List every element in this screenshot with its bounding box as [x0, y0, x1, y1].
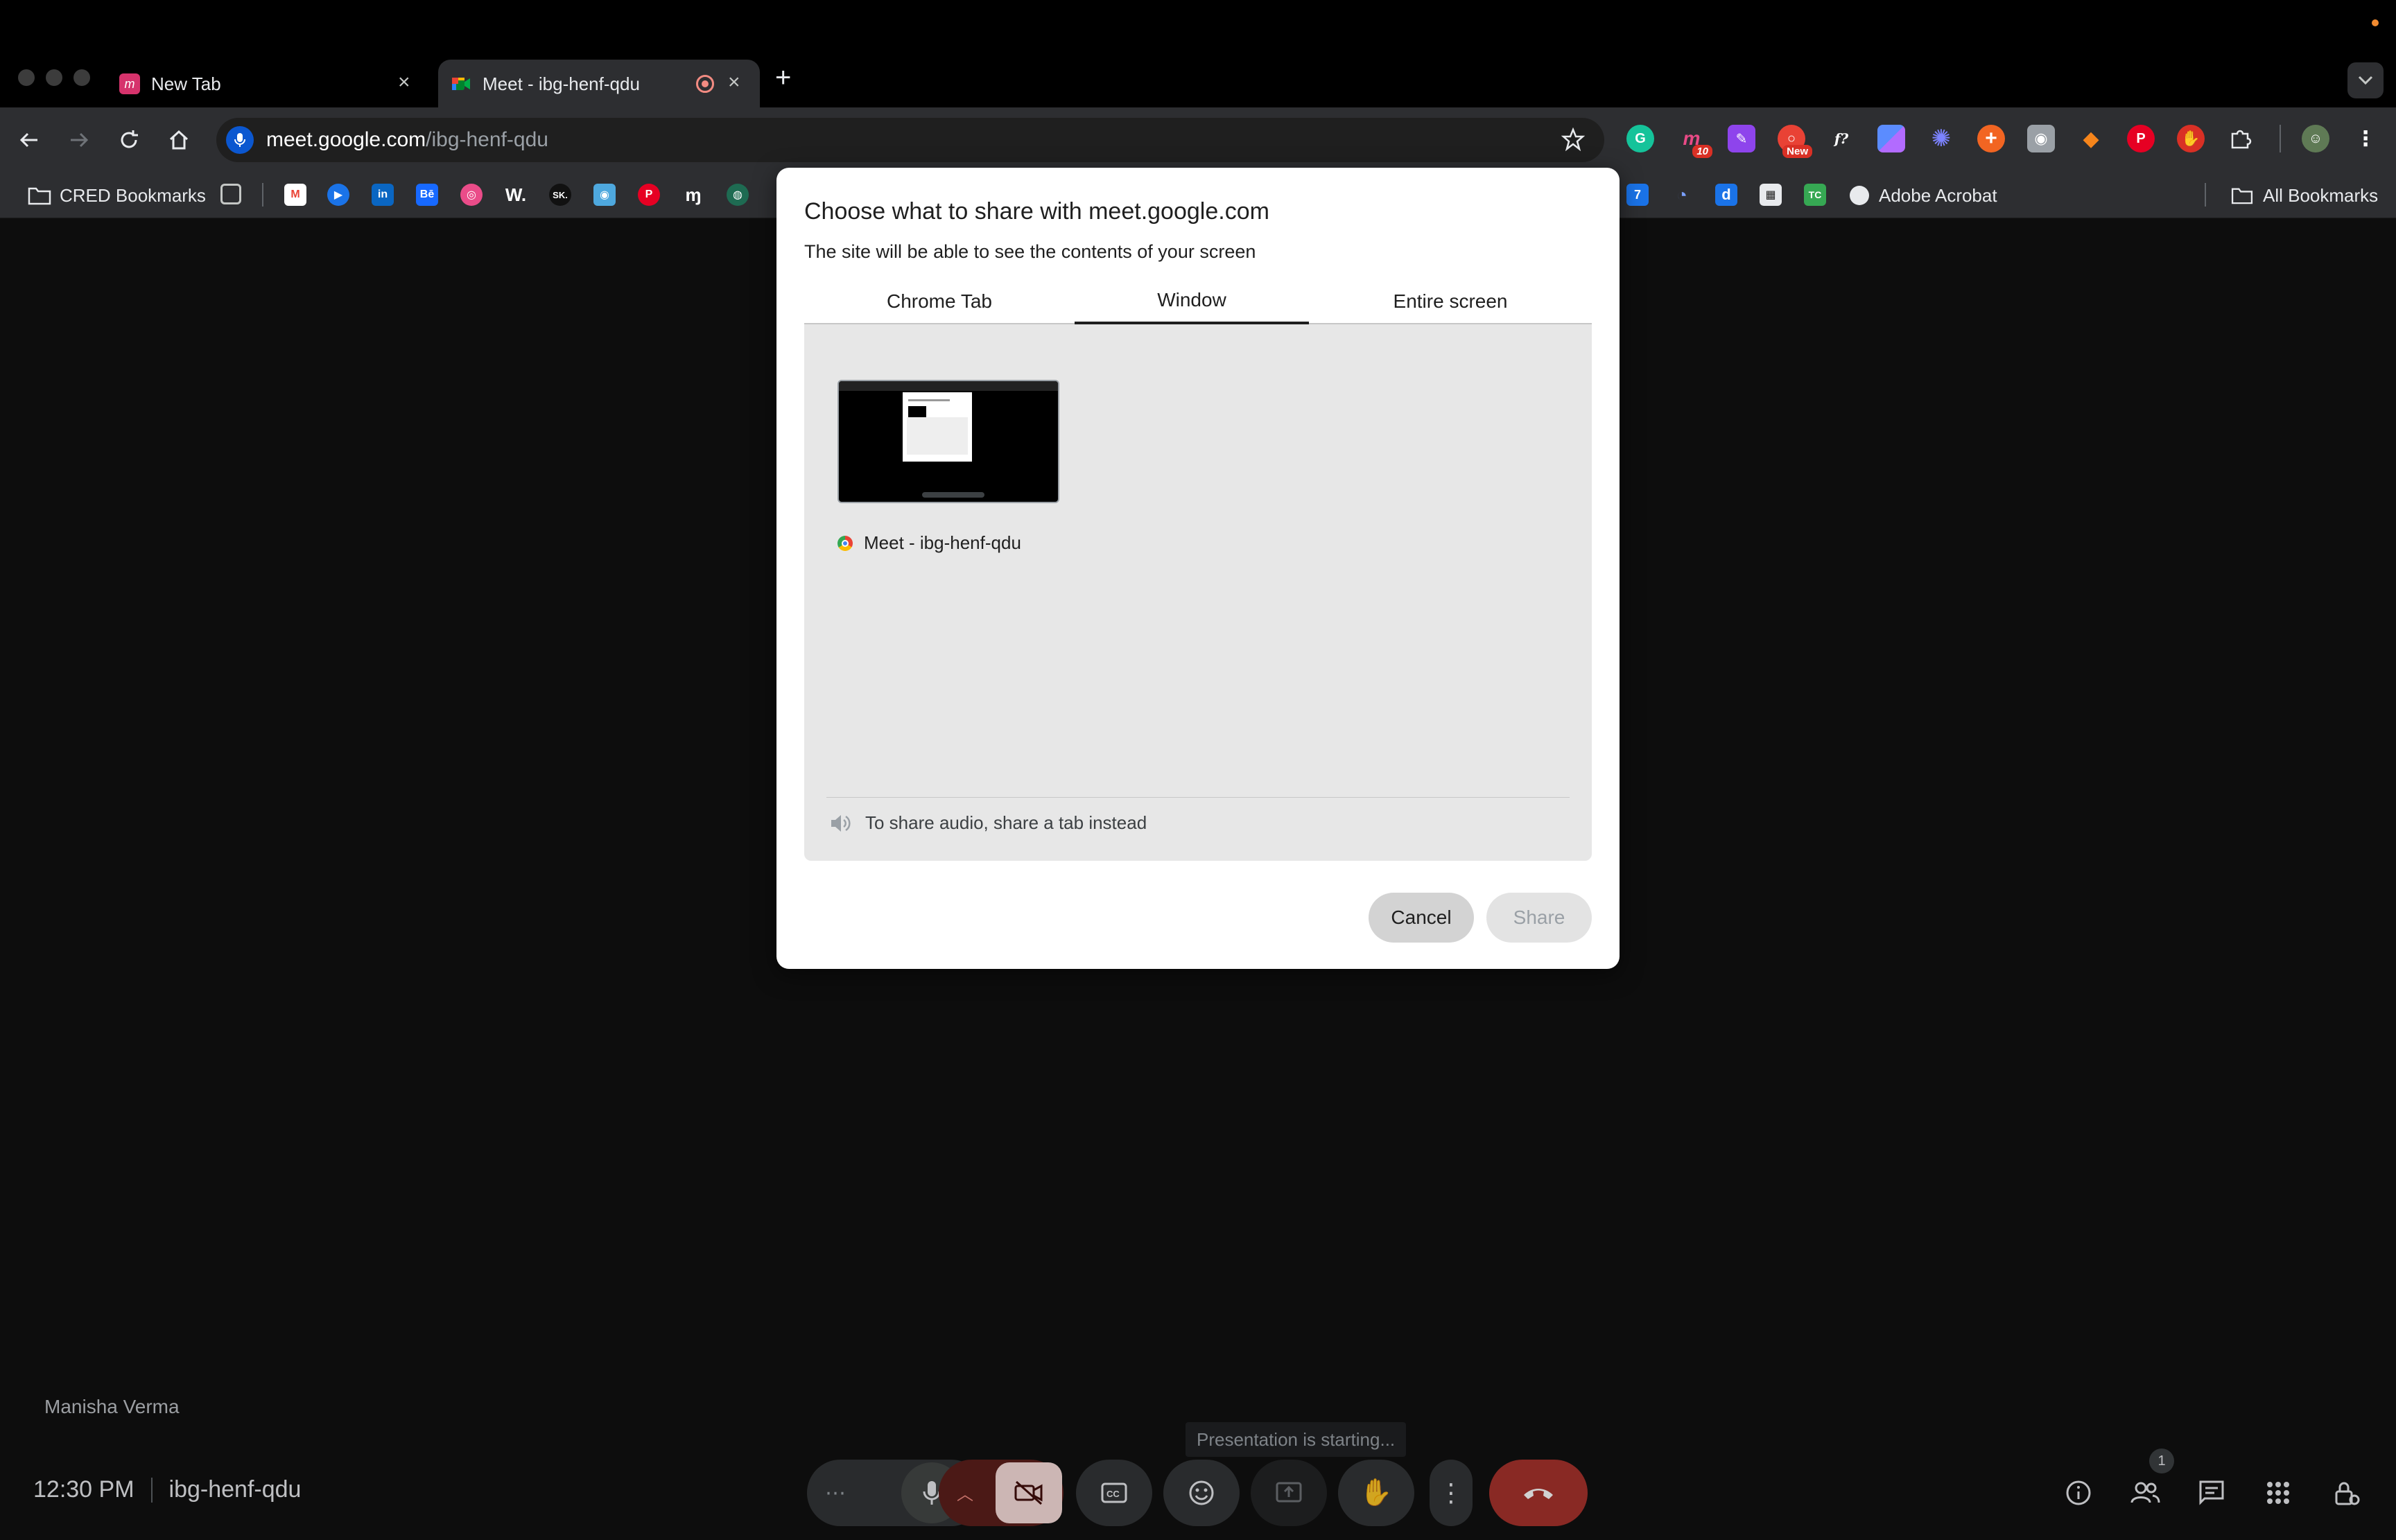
bookmark-all[interactable]: All Bookmarks — [2231, 182, 2378, 209]
cancel-button[interactable]: Cancel — [1369, 893, 1474, 943]
url-path: /ibg-henf-qdu — [426, 128, 548, 151]
share-source-tabs: Chrome Tab Window Entire screen — [804, 279, 1592, 324]
swirl-icon[interactable]: ◔ — [1671, 184, 1693, 206]
thumb-title-line — [908, 399, 950, 401]
tab-search-button[interactable] — [2347, 62, 2384, 98]
fox-extension-icon[interactable]: ◆ — [2077, 125, 2105, 152]
m-extension-icon[interactable]: m 10 — [1678, 125, 1712, 158]
arrow-right-icon — [71, 132, 89, 148]
new-tab-button[interactable]: + — [775, 62, 791, 94]
window-close-button[interactable] — [18, 69, 35, 86]
forward-button[interactable] — [64, 125, 94, 155]
bookmark-label: CRED Bookmarks — [60, 184, 206, 206]
hand-extension-icon[interactable]: ✋ — [2177, 125, 2205, 152]
divider — [826, 797, 1570, 798]
window-zoom-button[interactable] — [73, 69, 90, 86]
close-icon[interactable]: × — [728, 72, 740, 93]
window-title: Meet - ibg-henf-qdu — [864, 532, 1021, 553]
close-icon[interactable]: × — [398, 72, 410, 93]
medium-icon[interactable]: ɱ — [682, 184, 704, 206]
home-icon — [169, 130, 189, 150]
extension-badge: 10 — [1692, 145, 1712, 158]
arrow-left-icon — [19, 132, 37, 148]
more-menu-icon[interactable]: ⋮ — [2352, 125, 2379, 152]
chevron-down-icon — [2358, 76, 2373, 85]
dialog-subtitle: The site will be able to see the content… — [804, 241, 1256, 262]
profile-avatar[interactable]: ☺ — [2302, 125, 2329, 152]
audio-note: To share audio, share a tab instead — [829, 812, 1147, 834]
webflow-icon[interactable]: W. — [505, 184, 527, 206]
tab-window[interactable]: Window — [1075, 279, 1309, 324]
dribbble-icon[interactable]: ◎ — [460, 184, 483, 206]
bookmark-label: Adobe Acrobat — [1879, 184, 1997, 206]
table-bookmark-icon[interactable]: ▦ — [1760, 184, 1782, 206]
pinterest-icon[interactable]: P — [638, 184, 660, 206]
tiles-extension-icon[interactable] — [1877, 125, 1905, 152]
window-minimize-button[interactable] — [46, 69, 62, 86]
play-icon[interactable]: ▶ — [327, 184, 349, 206]
url-host: meet.google.com — [266, 128, 426, 151]
calendar-icon[interactable]: 7 — [1626, 184, 1649, 206]
bookmark-cred[interactable]: CRED Bookmarks — [28, 182, 206, 209]
tab-meet[interactable]: Meet - ibg-henf-qdu × — [438, 60, 760, 108]
linkedin-icon[interactable]: in — [372, 184, 394, 206]
gear-extension-icon[interactable]: ✺ — [1927, 125, 1955, 152]
share-button[interactable]: Share — [1486, 893, 1592, 943]
audio-note-text: To share audio, share a tab instead — [865, 812, 1147, 833]
notification-dot — [2372, 19, 2379, 26]
mic-icon — [226, 126, 254, 154]
plus-extension-icon[interactable]: + — [1977, 125, 2005, 152]
bookmark-separator — [262, 183, 263, 207]
toolbar-divider — [2280, 125, 2281, 152]
bookmark-label: All Bookmarks — [2263, 184, 2379, 206]
globe-icon — [1850, 186, 1869, 205]
tab-chrome-tab[interactable]: Chrome Tab — [804, 279, 1075, 324]
pinterest-extension-icon[interactable]: P — [2127, 125, 2155, 152]
home-button[interactable] — [164, 125, 194, 155]
thumb-panel — [907, 417, 968, 455]
thumb-browser-chrome — [839, 381, 1058, 391]
folder-icon — [28, 187, 51, 205]
sk-icon[interactable]: SK. — [549, 184, 571, 206]
bookmark-star-icon[interactable] — [1561, 127, 1586, 157]
speaker-icon — [831, 814, 851, 832]
grammarly-icon[interactable]: G — [1626, 125, 1654, 152]
tab-entire-screen[interactable]: Entire screen — [1309, 279, 1592, 324]
tab-title: Meet - ibg-henf-qdu — [483, 73, 640, 94]
share-picker-dialog: Choose what to share with meet.google.co… — [776, 168, 1620, 969]
new-tab-favicon-icon: m — [119, 73, 140, 94]
tc-icon[interactable]: TC — [1804, 184, 1826, 206]
extension-badge: New — [1782, 145, 1812, 158]
tab-title: New Tab — [151, 73, 221, 94]
window-thumbnail[interactable] — [837, 380, 1059, 503]
red-extension-icon[interactable]: ○ New — [1778, 125, 1812, 158]
formula-icon[interactable]: f? — [1828, 125, 1855, 152]
chrome-icon — [837, 535, 853, 551]
purple-extension-icon[interactable]: ✎ — [1728, 125, 1755, 152]
window-list-panel: Meet - ibg-henf-qdu To share audio, shar… — [804, 324, 1592, 861]
back-button[interactable] — [14, 125, 44, 155]
eye-bookmark-icon[interactable]: ◉ — [593, 184, 616, 206]
thumb-preview — [908, 406, 926, 417]
gmail-icon[interactable]: M — [284, 184, 306, 206]
reload-button[interactable] — [114, 125, 144, 155]
puzzle-icon[interactable] — [2227, 125, 2255, 152]
globe-bookmark-icon[interactable]: ◍ — [727, 184, 749, 206]
folder-icon — [2231, 188, 2253, 204]
recording-icon — [696, 75, 714, 93]
address-bar[interactable]: meet.google.com/ibg-henf-qdu — [216, 118, 1604, 162]
dialog-title: Choose what to share with meet.google.co… — [804, 198, 1269, 225]
window-item-label[interactable]: Meet - ibg-henf-qdu — [837, 532, 1021, 554]
behance-icon[interactable]: Bē — [416, 184, 438, 206]
bookmark-separator — [2205, 183, 2206, 207]
bookmark-adobe[interactable]: Adobe Acrobat — [1850, 182, 1997, 209]
meet-favicon-icon — [451, 73, 471, 94]
d-bookmark-icon[interactable]: d — [1715, 184, 1737, 206]
camera-extension-icon[interactable]: ◉ — [2027, 125, 2055, 152]
tab-new-tab[interactable]: m New Tab × — [119, 61, 424, 107]
thumb-dialog — [903, 392, 972, 462]
thumb-controls — [922, 492, 984, 498]
reload-icon — [121, 130, 138, 148]
apps-grid-icon[interactable] — [220, 184, 241, 204]
